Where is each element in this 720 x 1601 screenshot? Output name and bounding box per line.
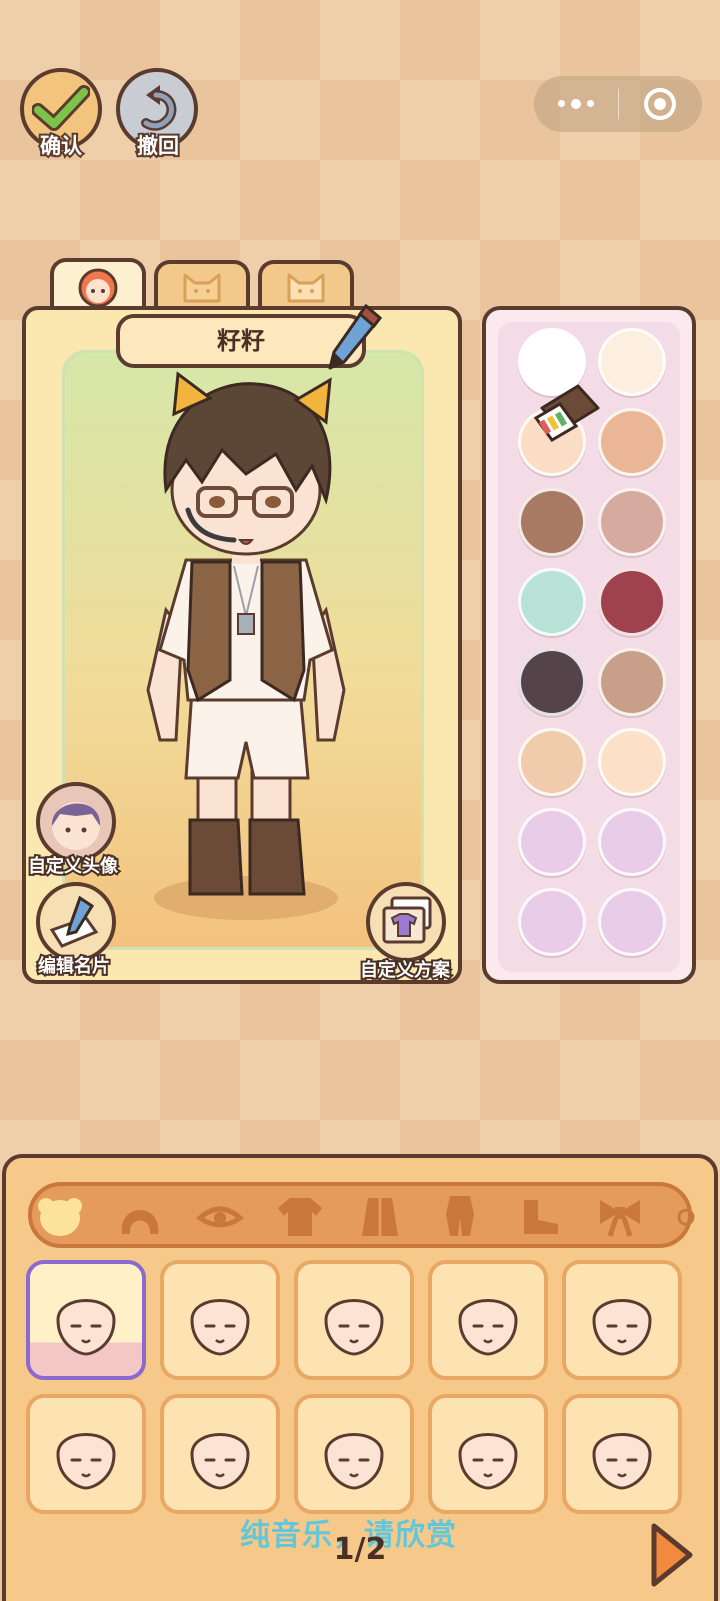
girl-face-icon [78,268,118,308]
face-base-icon [38,1198,82,1236]
color-swatch[interactable] [598,488,666,556]
page-indicator: 1/2 [333,1532,387,1567]
color-swatch[interactable] [598,568,666,636]
next-page-icon[interactable] [648,1522,694,1588]
face-thumbnail [190,1299,250,1356]
face-item[interactable] [428,1394,548,1514]
miniprogram-capsule [534,76,702,132]
custom-scheme-button[interactable] [366,882,446,962]
edit-card-button[interactable] [36,882,116,962]
color-swatch[interactable] [598,888,666,956]
face-item[interactable] [160,1394,280,1514]
color-swatch[interactable] [518,808,586,876]
face-thumbnail [592,1299,652,1356]
color-swatch[interactable] [598,408,666,476]
custom-avatar-label: 自定义头像 [26,854,120,879]
tab-character[interactable] [50,258,146,312]
palette-eyedropper-icon[interactable] [528,378,604,450]
outfit-cards-icon [382,896,432,944]
color-swatch[interactable] [518,888,586,956]
face-item[interactable] [26,1394,146,1514]
eye-icon [196,1206,244,1228]
cat-face-icon [183,273,221,303]
face-thumbnail [56,1299,116,1356]
edit-card-label: 编辑名片 [36,954,112,979]
outfit-icon [446,1196,474,1236]
shirt-icon [278,1198,322,1236]
face-item[interactable] [26,1260,146,1380]
category-eye[interactable] [192,1192,248,1240]
category-outfit[interactable] [432,1192,488,1240]
pencil-icon[interactable] [326,300,386,372]
check-icon [32,85,90,131]
face-item[interactable] [294,1394,414,1514]
face-thumbnail [190,1433,250,1490]
character-name: 籽籽 [217,327,265,355]
edit-card-icon [49,895,99,948]
face-item[interactable] [562,1260,682,1380]
shoe-icon [524,1200,558,1234]
color-swatch[interactable] [598,648,666,716]
undo-icon [141,85,177,131]
category-bow[interactable] [592,1192,648,1240]
character-figure[interactable] [126,370,366,930]
face-item[interactable] [160,1260,280,1380]
bow-icon [600,1200,640,1237]
face-thumbnail [324,1433,384,1490]
undo-label: 撤回 [135,132,181,160]
custom-scheme-label: 自定义方案 [358,958,452,983]
color-swatch[interactable] [518,728,586,796]
face-item[interactable] [562,1394,682,1514]
face-item[interactable] [428,1260,548,1380]
color-swatch[interactable] [598,328,666,396]
color-swatch[interactable] [518,568,586,636]
custom-avatar-button[interactable] [36,782,116,862]
hair-icon [121,1210,159,1234]
category-face-base[interactable] [32,1192,88,1240]
color-swatch[interactable] [518,488,586,556]
color-swatch[interactable] [598,808,666,876]
category-hair[interactable] [112,1192,168,1240]
cat-face-icon [287,273,325,303]
category-shoe[interactable] [512,1192,568,1240]
face-thumbnail [592,1433,652,1490]
face-item[interactable] [294,1260,414,1380]
category-earring[interactable] [672,1192,700,1240]
category-coat[interactable] [352,1192,408,1240]
color-swatch[interactable] [518,648,586,716]
category-shirt[interactable] [272,1192,328,1240]
face-thumbnail [458,1433,518,1490]
tab-pet-1[interactable] [154,260,250,310]
face-thumbnail [324,1299,384,1356]
more-icon[interactable] [534,98,618,109]
close-miniprogram-icon[interactable] [619,88,703,120]
coat-icon [362,1198,398,1236]
color-swatch[interactable] [598,728,666,796]
confirm-label: 确认 [38,132,84,160]
face-thumbnail [458,1299,518,1356]
avatar-icon [51,802,101,850]
face-thumbnail [56,1433,116,1490]
earring-icon [677,1208,695,1226]
